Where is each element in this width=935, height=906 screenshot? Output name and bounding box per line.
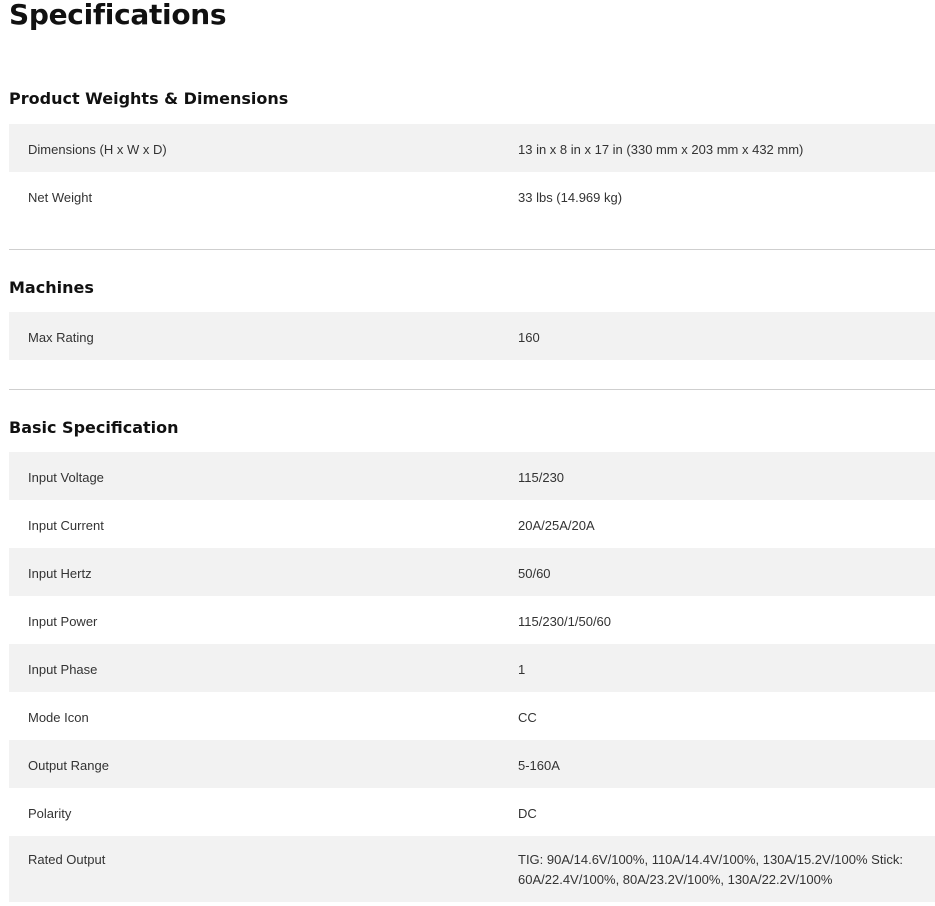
spec-value: DC <box>518 806 537 821</box>
section-title: Machines <box>9 278 94 297</box>
spec-table: Input Voltage 115/230 Input Current 20A/… <box>9 452 935 902</box>
spec-label: Input Voltage <box>28 470 104 485</box>
spec-value: 13 in x 8 in x 17 in (330 mm x 203 mm x … <box>518 142 804 157</box>
spec-label: Input Phase <box>28 662 98 677</box>
spec-row-rated-output: Rated Output TIG: 90A/14.6V/100%, 110A/1… <box>9 836 935 902</box>
spec-value: 115/230 <box>518 470 565 485</box>
spec-value: 160 <box>518 330 540 345</box>
spec-label: Output Range <box>28 758 109 773</box>
spec-label: Rated Output <box>28 852 106 867</box>
spec-value: 5-160A <box>518 758 560 773</box>
spec-row-input-voltage: Input Voltage 115/230 <box>9 452 935 500</box>
page-title: Specifications <box>9 0 227 31</box>
spec-table: Dimensions (H x W x D) 13 in x 8 in x 17… <box>9 124 935 220</box>
spec-value: 50/60 <box>518 566 551 581</box>
section-divider <box>9 389 935 390</box>
section-title: Product Weights & Dimensions <box>9 89 289 108</box>
spec-value: 33 lbs (14.969 kg) <box>518 190 623 205</box>
section-title: Basic Specification <box>9 418 179 437</box>
spec-row-max-rating: Max Rating 160 <box>9 312 935 360</box>
spec-label: Input Current <box>28 518 104 533</box>
spec-row-net-weight: Net Weight 33 lbs (14.969 kg) <box>9 172 935 220</box>
spec-label: Input Hertz <box>28 566 92 581</box>
spec-label: Dimensions (H x W x D) <box>28 142 167 157</box>
spec-value: 115/230/1/50/60 <box>518 614 612 629</box>
spec-row-input-current: Input Current 20A/25A/20A <box>9 500 935 548</box>
spec-label: Input Power <box>28 614 98 629</box>
spec-value: 1 <box>518 662 526 677</box>
spec-value: TIG: 90A/14.6V/100%, 110A/14.4V/100%, 13… <box>518 852 903 887</box>
spec-label: Net Weight <box>28 190 93 205</box>
spec-row-mode-icon: Mode Icon CC <box>9 692 935 740</box>
spec-row-input-phase: Input Phase 1 <box>9 644 935 692</box>
spec-row-input-power: Input Power 115/230/1/50/60 <box>9 596 935 644</box>
spec-row-polarity: Polarity DC <box>9 788 935 836</box>
spec-value: CC <box>518 710 537 725</box>
spec-label: Mode Icon <box>28 710 89 725</box>
spec-table: Max Rating 160 <box>9 312 935 360</box>
spec-label: Polarity <box>28 806 72 821</box>
spec-row-output-range: Output Range 5-160A <box>9 740 935 788</box>
spec-label: Max Rating <box>28 330 94 345</box>
section-divider <box>9 249 935 250</box>
spec-value: 20A/25A/20A <box>518 518 595 533</box>
spec-row-dimensions: Dimensions (H x W x D) 13 in x 8 in x 17… <box>9 124 935 172</box>
spec-row-input-hertz: Input Hertz 50/60 <box>9 548 935 596</box>
